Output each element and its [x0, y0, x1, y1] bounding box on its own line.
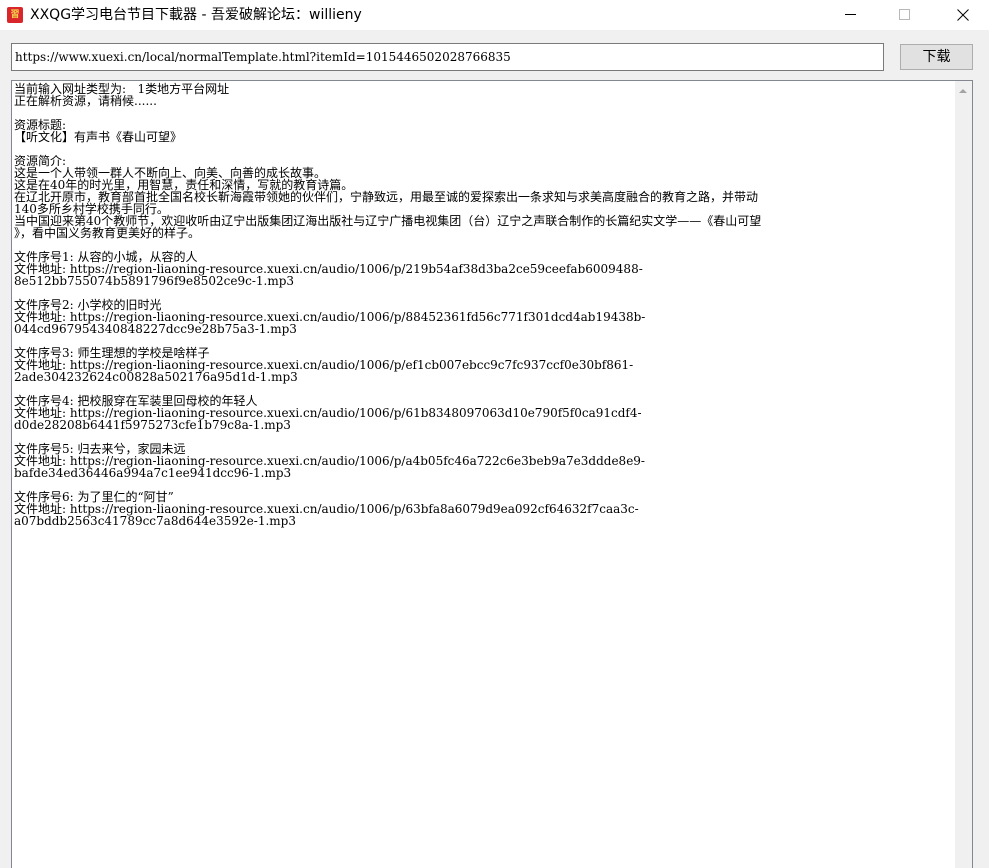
log-line: 8e512bb755074b5891796f9e8502ce9c-1.mp3: [14, 274, 295, 288]
minimize-button[interactable]: [828, 0, 874, 30]
log-line: a07bddb2563c41789cc7a8d644e3592e-1.mp3: [14, 514, 296, 528]
close-icon: [957, 9, 969, 21]
maximize-button: [882, 0, 928, 30]
log-line: 2ade304232624c00828a502176a95d1d-1.mp3: [14, 370, 298, 384]
log-line: bafde34ed36446a994a7c1ee941dcc96-1.mp3: [14, 466, 292, 480]
output-log-content: 当前输入网址类型为: 1类地方平台网址 正在解析资源，请稍候...... 资源标题:…: [14, 83, 954, 527]
output-log-textarea[interactable]: 当前输入网址类型为: 1类地方平台网址 正在解析资源，请稍候...... 资源标题:…: [11, 80, 973, 868]
title-bar[interactable]: 習 XXQG学习电台节目下載器 - 吾爱破解论坛：willieny: [0, 0, 989, 30]
log-line: d0de28208b6441f5975273cfe1b79c8a-1.mp3: [14, 418, 291, 432]
vertical-scrollbar[interactable]: [955, 81, 972, 868]
scroll-up-arrow-icon[interactable]: [959, 89, 967, 93]
close-button[interactable]: [940, 0, 986, 30]
app-window: 習 XXQG学习电台节目下載器 - 吾爱破解论坛：willieny https:…: [0, 0, 989, 868]
log-line: 044cd967954340848227dcc9e28b75a3-1.mp3: [14, 322, 297, 336]
log-line: 【听文化】有声书《春山可望》: [14, 130, 183, 144]
url-input[interactable]: https://www.xuexi.cn/local/normalTemplat…: [11, 43, 884, 71]
minimize-icon: [845, 14, 856, 15]
log-line: 正在解析资源，请稍候......: [14, 94, 157, 108]
window-title: XXQG学习电台节目下載器 - 吾爱破解论坛：willieny: [30, 7, 362, 23]
maximize-icon: [899, 9, 910, 20]
app-logo-icon: 習: [7, 7, 23, 23]
log-line: 》，看中国义务教育更美好的样子。: [14, 226, 201, 240]
download-button[interactable]: 下载: [900, 44, 973, 70]
